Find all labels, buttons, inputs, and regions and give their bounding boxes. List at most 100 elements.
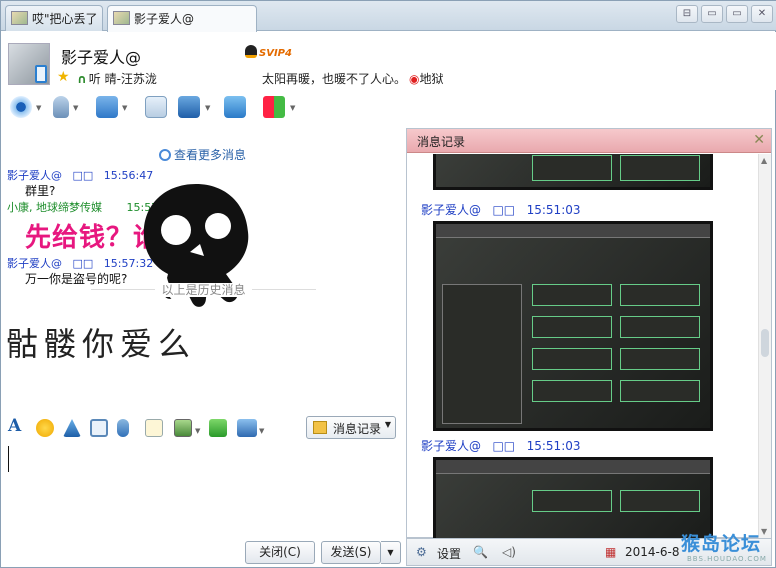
chevron-down-icon[interactable]: ▼ xyxy=(195,427,200,435)
settings-link[interactable]: 设置 xyxy=(437,545,461,562)
scrollbar-thumb[interactable] xyxy=(761,329,769,357)
message-ids: □□ xyxy=(72,257,94,270)
history-sender[interactable]: 影子爱人@ xyxy=(421,203,481,217)
watermark-title: 猴岛论坛 xyxy=(681,533,762,555)
chevron-down-icon[interactable]: ▼ xyxy=(259,427,264,435)
send-options-chevron-icon[interactable]: ▼ xyxy=(381,541,401,564)
message-header: 影子爱人@ □□ 15:56:47 xyxy=(7,167,153,183)
message-text: 万一你是盗号的呢? xyxy=(25,272,128,286)
chat-window: 哎"把心丢了 影子爱人@ ⊟ ▭ ▭ ✕ 影子爱人@ SVIP4 ★ ∩ 听 晴-… xyxy=(0,0,776,568)
chevron-down-icon[interactable]: ▼ xyxy=(290,104,295,112)
history-scrollbar[interactable]: ▲ ▼ xyxy=(758,154,771,538)
voice-message-icon[interactable] xyxy=(117,419,129,437)
history-icon xyxy=(313,421,327,434)
tab-conversation-active[interactable]: 影子爱人@ xyxy=(107,5,257,32)
handwritten-sticker-text: 骷髅你爱么 xyxy=(6,325,197,363)
headphones-icon: ∩ xyxy=(77,72,87,86)
history-panel-header: 消息记录 ✕ xyxy=(407,129,771,153)
chevron-down-icon[interactable]: ▼ xyxy=(205,104,210,112)
message-history-button[interactable]: 消息记录 ▼ xyxy=(306,416,396,439)
screenshot-image[interactable] xyxy=(433,221,713,431)
emoji-icon[interactable] xyxy=(36,419,54,437)
message-area[interactable]: 查看更多消息 影子爱人@ □□ 15:56:47 群里? 小康, 地球缔梦传媒 … xyxy=(1,141,401,411)
history-date[interactable]: 2014-6-8 xyxy=(625,545,679,559)
message-text: 群里? xyxy=(25,184,56,198)
clock-icon xyxy=(159,149,171,161)
contact-header: 影子爱人@ SVIP4 ★ ∩ 听 晴-汪苏泷 太阳再暖，也暖不了人心。 ◉地狱 xyxy=(1,32,776,90)
history-entry-header: 影子爱人@ □□ 15:51:03 xyxy=(421,437,581,454)
calendar-icon[interactable]: ▦ xyxy=(605,545,616,559)
chevron-down-icon[interactable]: ▼ xyxy=(36,104,41,112)
history-divider-label: 以上是历史消息 xyxy=(155,283,252,297)
message-sender[interactable]: 影子爱人@ xyxy=(7,257,62,270)
message-ids: □□ xyxy=(72,169,94,182)
gear-icon[interactable]: ⚙ xyxy=(416,545,427,559)
signature: 太阳再暖，也暖不了人心。 xyxy=(262,72,407,86)
scroll-up-icon[interactable]: ▲ xyxy=(761,156,767,165)
contact-nickname[interactable]: 影子爱人@ xyxy=(61,44,141,68)
chevron-down-icon[interactable]: ▼ xyxy=(122,104,127,112)
location-text: 地狱 xyxy=(419,72,444,86)
tab-conversation-1[interactable]: 哎"把心丢了 xyxy=(5,5,103,31)
message-header: 影子爱人@ □□ 15:57:32 xyxy=(7,255,153,271)
history-ids: □□ xyxy=(492,439,516,453)
message-input[interactable] xyxy=(1,443,405,535)
apps-icon[interactable] xyxy=(263,96,285,118)
text-caret xyxy=(8,446,9,472)
penguin-icon xyxy=(245,45,257,58)
magic-expression-icon[interactable] xyxy=(63,419,81,437)
history-time: 15:51:03 xyxy=(526,439,581,453)
history-entry-header: 影子爱人@ □□ 15:51:03 xyxy=(421,201,581,218)
note-icon[interactable] xyxy=(145,419,163,437)
image-icon[interactable] xyxy=(174,419,192,437)
video-call-icon[interactable] xyxy=(10,96,32,118)
tab-label: 影子爱人@ xyxy=(134,12,195,26)
video-clip-icon[interactable] xyxy=(90,419,108,437)
message-sender[interactable]: 小康, 地球缔梦传媒 xyxy=(7,201,102,214)
tab-list-button[interactable]: ⊟ xyxy=(676,5,698,23)
view-more-label: 查看更多消息 xyxy=(174,148,247,162)
history-sender[interactable]: 影子爱人@ xyxy=(421,439,481,453)
history-divider: 以上是历史消息 xyxy=(91,283,316,307)
font-icon[interactable]: A xyxy=(8,416,26,436)
history-ids: □□ xyxy=(492,203,516,217)
screenshot-image[interactable] xyxy=(433,457,713,538)
send-file-icon[interactable] xyxy=(96,96,118,118)
message-history-panel: 消息记录 ✕ 影子爱人@ □□ 15:51:03 影子爱人@ □□ 15:51:… xyxy=(406,128,772,538)
close-button[interactable]: 关闭(C) xyxy=(245,541,315,564)
chevron-down-icon[interactable]: ▼ xyxy=(385,420,391,429)
history-time: 15:51:03 xyxy=(526,203,581,217)
svip-label: SVIP4 xyxy=(259,48,292,59)
watermark-url: BBS.HOUDAO.COM xyxy=(687,555,767,563)
voice-call-icon[interactable] xyxy=(53,96,69,118)
message-sender[interactable]: 影子爱人@ xyxy=(7,169,62,182)
speaker-icon[interactable]: ◁) xyxy=(502,545,516,559)
contact-thumbnail-icon xyxy=(11,11,28,25)
avatar[interactable] xyxy=(8,43,50,85)
remote-desktop-icon[interactable] xyxy=(178,96,200,118)
close-icon[interactable]: ✕ xyxy=(753,132,765,148)
music-icon[interactable] xyxy=(209,419,227,437)
history-list[interactable]: 影子爱人@ □□ 15:51:03 影子爱人@ □□ 15:51:03 ▲ ▼ xyxy=(407,154,771,538)
forum-watermark: 猴岛论坛 BBS.HOUDAO.COM xyxy=(681,529,773,567)
create-group-icon[interactable] xyxy=(145,96,167,118)
history-panel-title: 消息记录 xyxy=(417,135,466,149)
minimize-button[interactable]: ▭ xyxy=(701,5,723,23)
history-button-label: 消息记录 xyxy=(333,422,382,436)
screenshot-icon[interactable] xyxy=(237,419,257,437)
mobile-phone-icon xyxy=(35,65,47,83)
maximize-button[interactable]: ▭ xyxy=(726,5,748,23)
screenshot-image[interactable] xyxy=(433,154,713,190)
search-icon[interactable]: 🔍 xyxy=(473,545,488,559)
location[interactable]: ◉地狱 xyxy=(409,70,444,87)
chevron-down-icon[interactable]: ▼ xyxy=(73,104,78,112)
svip-badge[interactable]: SVIP4 xyxy=(245,45,292,59)
now-playing-text: 听 晴-汪苏泷 xyxy=(88,72,157,86)
close-window-button[interactable]: ✕ xyxy=(751,5,773,23)
location-pin-icon: ◉ xyxy=(409,72,420,86)
share-screen-icon[interactable] xyxy=(224,96,246,118)
send-button[interactable]: 发送(S) xyxy=(321,541,381,564)
star-icon[interactable]: ★ xyxy=(57,69,70,85)
view-more-messages-link[interactable]: 查看更多消息 xyxy=(159,146,246,163)
now-playing[interactable]: ∩ 听 晴-汪苏泷 xyxy=(77,70,157,87)
